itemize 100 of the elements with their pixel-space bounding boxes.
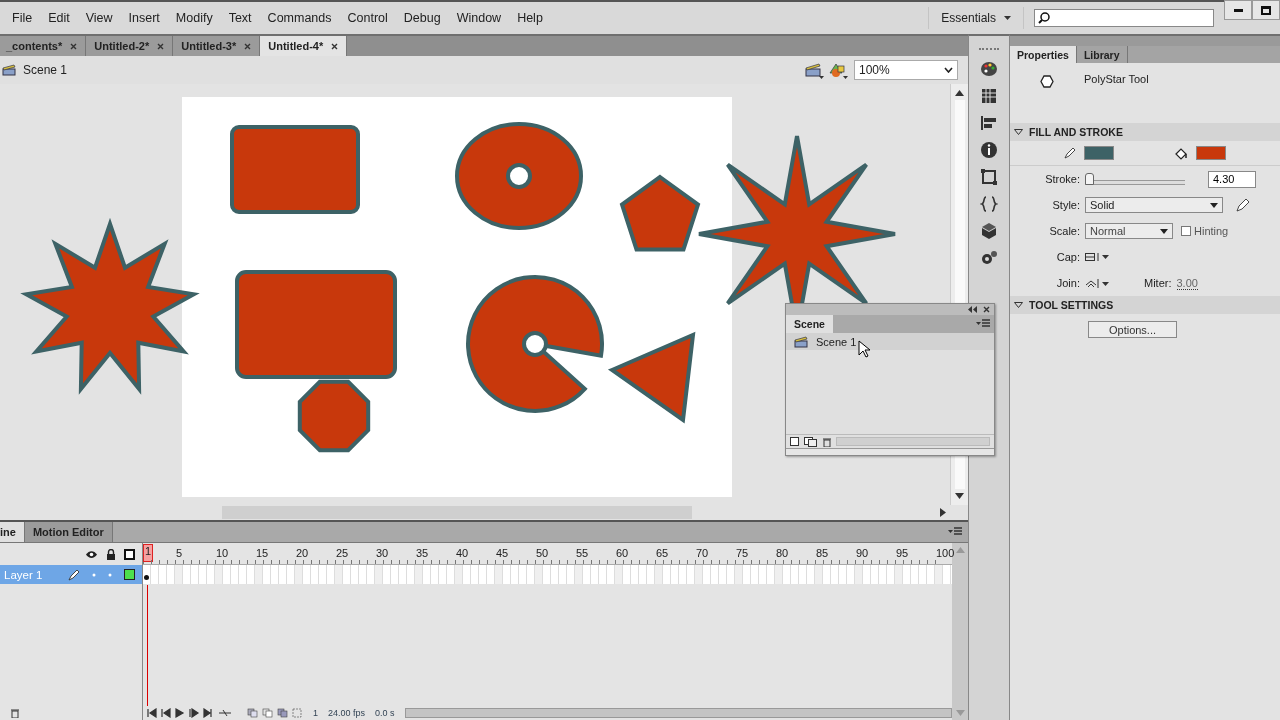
- info-icon[interactable]: [980, 141, 998, 159]
- scroll-right-icon[interactable]: [940, 508, 946, 517]
- clapperboard-icon[interactable]: [804, 61, 824, 79]
- scene-name: Scene 1: [23, 63, 68, 77]
- elapsed-time: 0.0 s: [375, 708, 395, 718]
- align-icon[interactable]: [980, 114, 998, 132]
- frame-number: 55: [576, 547, 589, 559]
- horizontal-scrollbar[interactable]: [0, 505, 968, 520]
- frame-number: 45: [496, 547, 509, 559]
- document-tab[interactable]: Untitled-4*: [260, 36, 348, 56]
- tool-name: PolyStar Tool: [1084, 73, 1149, 85]
- miter-value[interactable]: 3.00: [1176, 276, 1198, 290]
- style-dropdown[interactable]: Solid: [1085, 197, 1223, 213]
- close-icon[interactable]: [70, 42, 78, 50]
- section-header[interactable]: FILL AND STROKE: [1010, 123, 1280, 141]
- field-label: Stroke:: [1044, 173, 1080, 185]
- clapperboard-icon: [794, 335, 808, 348]
- shapes-icon[interactable]: [828, 61, 848, 79]
- scroll-up-icon[interactable]: [955, 90, 964, 96]
- trash-icon[interactable]: [10, 708, 20, 718]
- maximize-button[interactable]: [1252, 0, 1280, 20]
- caret-icon: [1160, 228, 1168, 234]
- frame-number: 65: [656, 547, 669, 559]
- lock-icon[interactable]: [106, 548, 116, 560]
- panel-tab[interactable]: Motion Editor: [24, 522, 113, 542]
- fill-color-swatch[interactable]: [1196, 146, 1226, 160]
- menu-item[interactable]: Window: [448, 11, 510, 25]
- eye-icon[interactable]: [85, 549, 98, 559]
- document-tab[interactable]: Untitled-3*: [173, 36, 261, 56]
- cap-dropdown-icon[interactable]: [1085, 253, 1109, 261]
- palette-icon[interactable]: [980, 60, 998, 78]
- close-icon[interactable]: [244, 42, 252, 50]
- panel-menu-icon[interactable]: [948, 527, 962, 537]
- pencil-icon[interactable]: [68, 568, 80, 581]
- search-icon: [1038, 12, 1050, 24]
- frame-number: 75: [736, 547, 749, 559]
- trash-icon[interactable]: [822, 436, 832, 447]
- grid-icon[interactable]: [980, 87, 998, 105]
- close-icon[interactable]: [157, 42, 165, 50]
- panel-tab[interactable]: Scene: [786, 315, 833, 333]
- scroll-down-icon[interactable]: [955, 493, 964, 499]
- scene-item[interactable]: Scene 1: [786, 333, 994, 350]
- menu-item[interactable]: Commands: [259, 11, 340, 25]
- outline-icon[interactable]: [124, 548, 135, 560]
- collapse-triangle-icon[interactable]: [1014, 129, 1023, 135]
- panel-tab[interactable]: Properties: [1010, 46, 1077, 63]
- menu-item[interactable]: Insert: [120, 11, 168, 25]
- hexagon-icon: [1040, 75, 1054, 88]
- frame-number: 10: [216, 547, 229, 559]
- dot-icon[interactable]: [108, 572, 112, 577]
- join-dropdown-icon[interactable]: [1085, 278, 1109, 288]
- menu-item[interactable]: File: [4, 11, 41, 25]
- zoom-dropdown[interactable]: 100%: [854, 60, 958, 80]
- playhead-frame-number[interactable]: 1: [143, 544, 154, 562]
- dot-icon[interactable]: [92, 572, 96, 577]
- collapse-icon[interactable]: [968, 306, 977, 313]
- pencil-icon: [1064, 147, 1076, 159]
- close-icon[interactable]: [983, 306, 990, 313]
- options-button[interactable]: Options...: [1088, 321, 1177, 338]
- menu-item[interactable]: Edit: [40, 11, 78, 25]
- frame-number: 40: [456, 547, 469, 559]
- stroke-width-field[interactable]: 4.30: [1208, 170, 1256, 188]
- panel-tab[interactable]: ine: [0, 522, 25, 542]
- frame-number: 35: [416, 547, 429, 559]
- caret-icon: [1004, 16, 1011, 20]
- frame-number: 70: [696, 547, 709, 559]
- menu-item[interactable]: Debug: [395, 11, 449, 25]
- search-field[interactable]: [1034, 9, 1214, 27]
- components-icon[interactable]: [980, 222, 998, 240]
- transform-icon[interactable]: [980, 168, 998, 186]
- section-header[interactable]: TOOL SETTINGS: [1010, 296, 1280, 314]
- minimize-button[interactable]: [1224, 0, 1252, 20]
- document-tab[interactable]: _contents*: [0, 36, 87, 56]
- hinting-checkbox[interactable]: [1181, 226, 1191, 236]
- collapse-triangle-icon[interactable]: [1014, 302, 1023, 308]
- pencil-icon[interactable]: [1236, 198, 1250, 212]
- resize-grip[interactable]: [786, 448, 994, 455]
- menu-item[interactable]: View: [77, 11, 121, 25]
- onion-skin-icon[interactable]: [247, 708, 303, 718]
- frame-number: 90: [856, 547, 869, 559]
- menu-item[interactable]: Control: [339, 11, 396, 25]
- mouse-pointer-icon: [858, 340, 870, 358]
- scale-dropdown[interactable]: Normal: [1085, 223, 1173, 239]
- keyframe-dot[interactable]: [144, 575, 149, 580]
- menu-item[interactable]: Text: [220, 11, 260, 25]
- menu-item[interactable]: Help: [509, 11, 551, 25]
- new-scene-icon[interactable]: [790, 436, 800, 447]
- document-tab[interactable]: Untitled-2*: [86, 36, 174, 56]
- code-icon[interactable]: [980, 195, 998, 213]
- stroke-color-swatch[interactable]: [1084, 146, 1114, 160]
- gears-icon[interactable]: [980, 249, 998, 267]
- layer-color-icon[interactable]: [124, 569, 135, 580]
- duplicate-scene-icon[interactable]: [804, 436, 818, 447]
- close-icon[interactable]: [331, 42, 339, 50]
- menu-item[interactable]: Modify: [167, 11, 221, 25]
- slider-thumb[interactable]: [1085, 173, 1094, 185]
- workspace-switcher[interactable]: Essentials: [928, 7, 1024, 29]
- horizontal-scrollbar[interactable]: [836, 437, 990, 446]
- panel-menu-icon[interactable]: [976, 319, 990, 329]
- horizontal-scrollbar[interactable]: [404, 708, 952, 718]
